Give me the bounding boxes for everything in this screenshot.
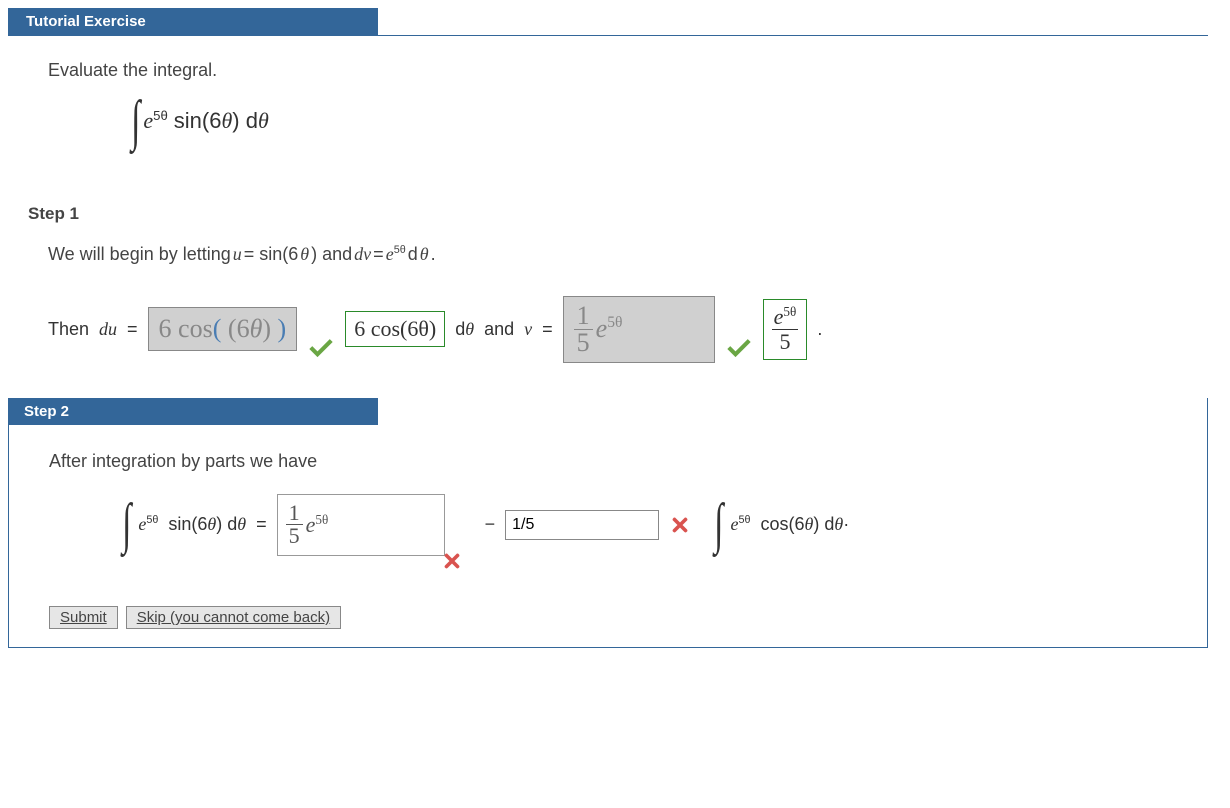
step1-answers-row: Then du = 6 cos( (6θ) ) 6 cos(6θ) dθ and… <box>48 296 1222 363</box>
cross-icon <box>669 514 691 536</box>
submit-button[interactable]: Submit <box>49 606 118 629</box>
step1-line1: We will begin by letting u = sin(6θ) and… <box>48 244 1222 266</box>
cross-icon <box>441 550 463 572</box>
rhs-cos: cos(6θ) dθ· <box>760 514 849 535</box>
integral-sign-icon: ∫ <box>714 502 723 547</box>
lhs-sin: sin(6θ) dθ <box>168 514 246 535</box>
step2-input-2[interactable] <box>505 510 659 540</box>
step2-header: Step 2 <box>8 398 378 425</box>
check-icon <box>725 335 753 363</box>
integral-sign-icon: ∫ <box>122 502 131 547</box>
step1-dtheta: dθ <box>455 319 474 340</box>
step2-equation-row: ∫ e5θ sin(6θ) dθ = 15 e5θ − ∫ e5θ cos(6θ… <box>119 494 1207 556</box>
integral-sign-icon: ∫ <box>131 99 140 144</box>
tutorial-header: Tutorial Exercise <box>8 8 378 35</box>
buttons-row: Submit Skip (you cannot come back) <box>49 606 1207 629</box>
step1-correct-v: e5θ 5 <box>763 299 808 360</box>
step1-correct-du: 6 cos(6θ) <box>345 311 445 347</box>
integrand-e: e5θ <box>143 108 167 134</box>
step2-block: Step 2 After integration by parts we hav… <box>8 398 1208 648</box>
integrand-sin: sin(6θ) dθ <box>174 108 269 134</box>
step1-input-v[interactable]: 15 e5θ <box>563 296 715 363</box>
step1-label: Step 1 <box>28 204 1222 224</box>
step2-input-1[interactable]: 15 e5θ <box>277 494 445 556</box>
step1-input-du[interactable]: 6 cos( (6θ) ) <box>148 307 298 351</box>
step2-line1: After integration by parts we have <box>49 451 1207 472</box>
integral-expression: ∫ e5θ sin(6θ) dθ <box>128 99 1222 144</box>
prompt-text: Evaluate the integral. <box>48 60 1222 81</box>
tutorial-header-row: Tutorial Exercise <box>8 8 1208 36</box>
check-icon <box>307 335 335 363</box>
skip-button[interactable]: Skip (you cannot come back) <box>126 606 341 629</box>
page-root: Tutorial Exercise Evaluate the integral.… <box>0 0 1230 668</box>
